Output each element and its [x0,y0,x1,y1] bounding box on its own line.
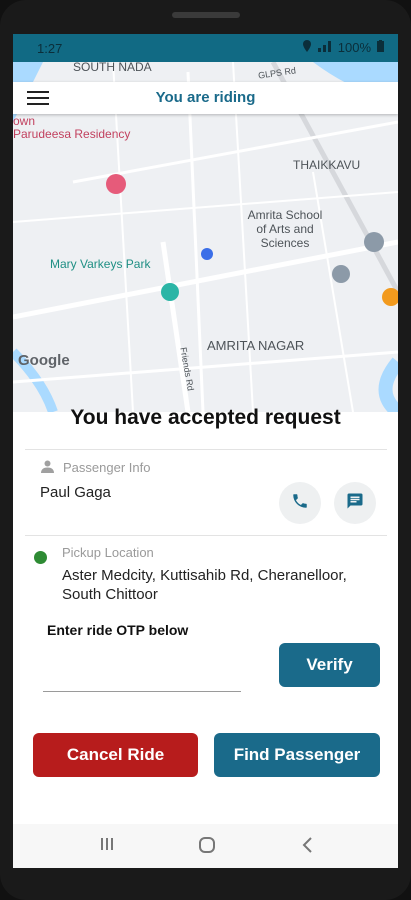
phone-icon [291,492,309,515]
passenger-info-label: Passenger Info [63,460,151,475]
system-nav-bar [13,824,398,868]
pickup-address: Aster Medcity, Kuttisahib Rd, Cheranello… [62,567,347,603]
map-label-residency: Parudeesa Residency [13,127,131,141]
back-icon[interactable] [301,836,315,859]
map-label-amrita-school: Amrita School of Arts and Sciences [247,208,323,250]
status-icons: 100% [302,40,384,55]
home-icon[interactable] [198,836,216,859]
map-roads [13,62,398,412]
find-passenger-button[interactable]: Find Passenger [214,733,380,777]
divider-middle [25,535,387,536]
page-title: You are riding [155,89,256,106]
recent-apps-icon[interactable] [99,836,115,857]
chat-icon [346,492,364,515]
call-button[interactable] [279,482,321,524]
otp-label: Enter ride OTP below [47,622,189,638]
map-label-park: Mary Varkeys Park [50,257,151,271]
speaker-grille [172,12,240,18]
pickup-dot [34,551,47,564]
status-bar: 1:27 100% [13,34,398,62]
map-label-thaikkavu: THAIKKAVU [293,158,361,172]
map-label-south-nada: SOUTH NADA [73,62,152,74]
location-icon [302,40,312,55]
chat-button[interactable] [334,482,376,524]
screen: 1:27 100% SOUTH NADA own Parudeesa Resid… [13,34,398,868]
battery-icon [377,40,384,55]
divider-top [25,449,387,450]
status-time: 1:27 [37,41,63,56]
signal-icon [317,40,332,55]
phone-bezel: 1:27 100% SOUTH NADA own Parudeesa Resid… [0,0,411,900]
map-label-amrita-nagar: AMRITA NAGAR [207,338,305,353]
pickup-label: Pickup Location [62,545,154,560]
map-view[interactable]: SOUTH NADA own Parudeesa Residency GLPS … [13,62,398,412]
cancel-ride-button[interactable]: Cancel Ride [33,733,198,777]
top-bar: You are riding [13,82,398,114]
person-icon [41,460,54,476]
map-label-own: own [13,114,36,128]
verify-button[interactable]: Verify [279,643,380,687]
otp-input[interactable] [43,667,241,692]
google-logo: Google [18,352,70,369]
request-heading: You have accepted request [70,406,341,429]
battery-text: 100% [337,40,371,55]
passenger-name: Paul Gaga [40,484,111,501]
